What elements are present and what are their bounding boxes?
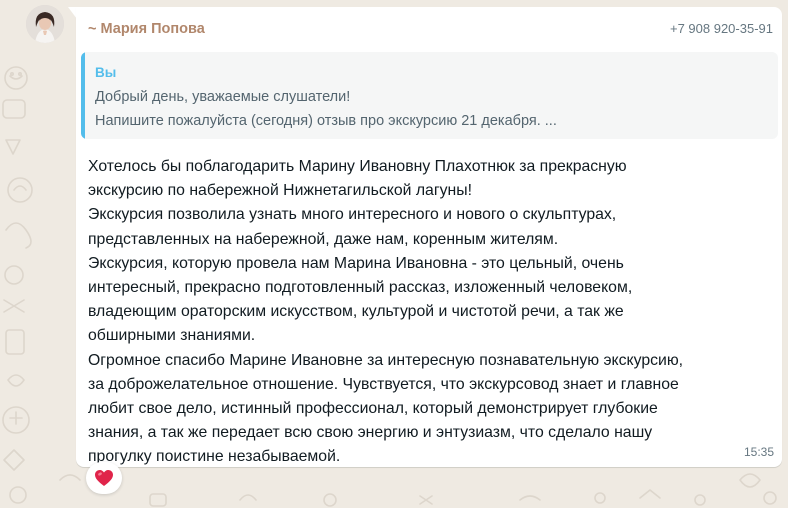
reaction-badge[interactable] [86,462,122,494]
avatar-photo [26,5,64,43]
message-text-line: прогулку поистине незабываемой. [88,448,341,466]
quoted-message[interactable]: Вы Добрый день, уважаемые слушатели! Нап… [81,52,778,139]
message-text-line: Хотелось бы поблагодарить Марину Ивановн… [88,158,627,175]
message-bubble[interactable]: ~ Мария Попова +7 908 920-35-91 Вы Добры… [76,7,782,467]
message-text-line: владеющим ораторским искусством, культур… [88,303,624,321]
sender-avatar[interactable] [26,5,64,43]
message-text-line: Экскурсия, которую провела нам Марина Ив… [88,254,624,272]
message-text-line: за доброжелательное отношение. Чувствует… [88,375,679,393]
message-text-line: обширными знаниями. [88,327,256,345]
message-text: Хотелось бы поблагодарить Марину Ивановн… [88,155,778,469]
quoted-text-line: Напишите пожалуйста (сегодня) отзыв про … [95,113,557,129]
quoted-author: Вы [95,65,117,80]
message-text-line: Огромное спасибо Марине Ивановне за инте… [88,351,684,369]
quoted-text-line: Добрый день, уважаемые слушатели! [95,89,351,105]
sender-name[interactable]: ~ Мария Попова [88,21,205,37]
message-text-line: интересный, прекрасно подготовленный рас… [88,278,633,296]
message-text-line: знания, а так же передает всю свою энерг… [88,424,653,442]
sender-phone: +7 908 920-35-91 [669,21,773,36]
quote-accent-bar [81,52,85,139]
message-text-line: любит свое дело, истинный профессионал, … [88,399,658,417]
message-text-line: экскурсию по набережной Нижнетагильской … [88,182,472,200]
message-text-line: Экскурсия позволила узнать много интерес… [88,206,617,224]
message-timestamp: 15:35 [743,445,774,459]
message-text-line: представленных на набережной, даже нам, … [88,230,559,248]
red-heart-icon [95,470,113,486]
